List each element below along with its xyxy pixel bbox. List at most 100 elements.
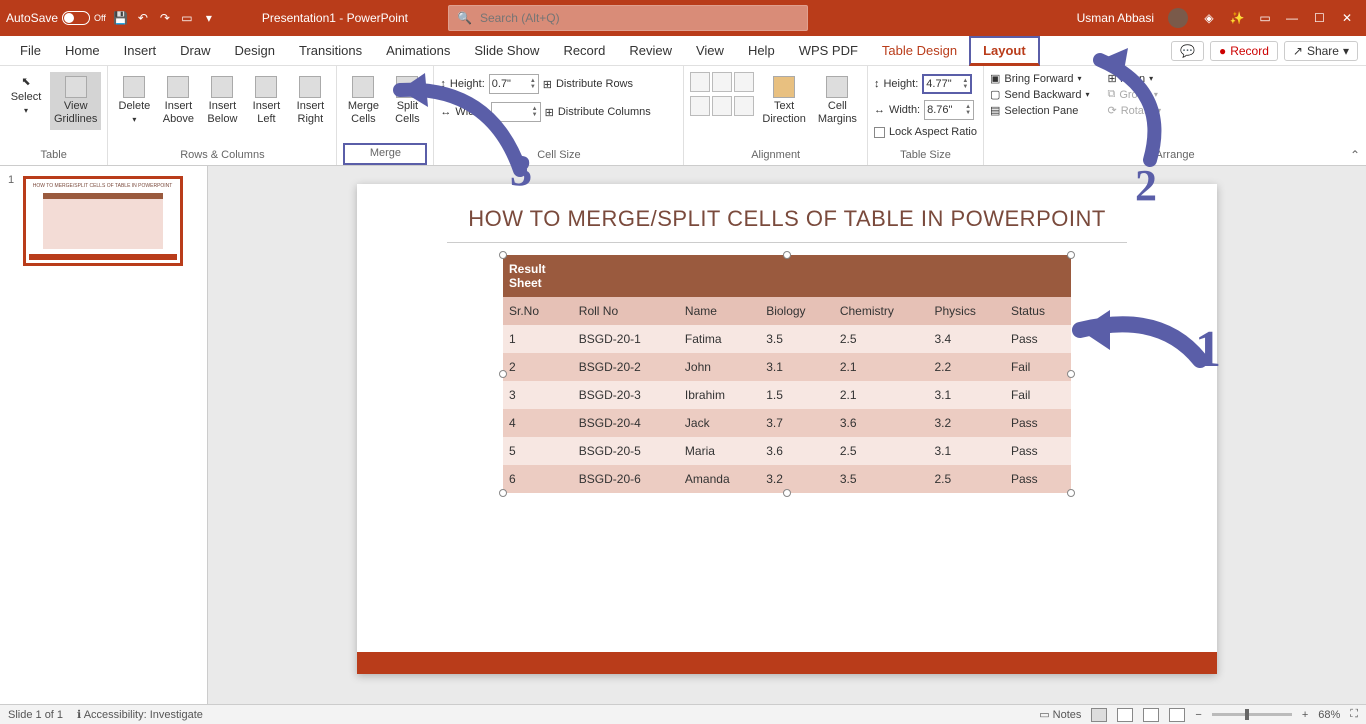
undo-icon[interactable]: ↶ <box>136 11 150 25</box>
cell[interactable]: 2 <box>503 353 573 381</box>
cell[interactable]: John <box>679 353 760 381</box>
cell[interactable]: Pass <box>1005 465 1071 493</box>
cell[interactable]: BSGD-20-1 <box>573 325 679 353</box>
user-avatar[interactable] <box>1168 8 1188 28</box>
cell[interactable]: 3.1 <box>928 381 1004 409</box>
cell[interactable]: 6 <box>503 465 573 493</box>
cell[interactable]: 2.5 <box>928 465 1004 493</box>
tab-layout[interactable]: Layout <box>969 36 1040 66</box>
insert-above-button[interactable]: Insert Above <box>158 72 198 130</box>
search-box[interactable]: 🔍 <box>448 5 808 31</box>
slide-thumbnail-1[interactable]: HOW TO MERGE/SPLIT CELLS OF TABLE IN POW… <box>23 176 183 266</box>
col-header[interactable]: Chemistry <box>834 297 929 325</box>
col-header[interactable]: Sr.No <box>503 297 573 325</box>
share-button[interactable]: ↗Share▾ <box>1284 41 1358 61</box>
cell[interactable]: BSGD-20-2 <box>573 353 679 381</box>
fit-window-icon[interactable]: ⛶ <box>1350 708 1358 721</box>
slide-title[interactable]: HOW TO MERGE/SPLIT CELLS OF TABLE IN POW… <box>357 206 1217 232</box>
cell[interactable]: 4 <box>503 409 573 437</box>
slideshow-view-icon[interactable] <box>1169 708 1185 722</box>
close-icon[interactable]: ✕ <box>1342 11 1356 25</box>
delete-button[interactable]: Delete▾ <box>114 72 154 129</box>
cell[interactable]: 3.1 <box>760 353 834 381</box>
cell[interactable]: Jack <box>679 409 760 437</box>
table-row[interactable]: 2BSGD-20-2John3.12.12.2Fail <box>503 353 1071 381</box>
cell[interactable]: BSGD-20-5 <box>573 437 679 465</box>
zoom-out-button[interactable]: − <box>1195 709 1201 721</box>
slideshow-icon[interactable]: ▭ <box>180 11 194 25</box>
tab-home[interactable]: Home <box>53 36 112 66</box>
table-row[interactable]: 3BSGD-20-3Ibrahim1.52.13.1Fail <box>503 381 1071 409</box>
cell[interactable]: 2.2 <box>928 353 1004 381</box>
cell[interactable]: 3.1 <box>928 437 1004 465</box>
tab-transitions[interactable]: Transitions <box>287 36 374 66</box>
zoom-level[interactable]: 68% <box>1318 709 1340 721</box>
reading-view-icon[interactable] <box>1143 708 1159 722</box>
redo-icon[interactable]: ↷ <box>158 11 172 25</box>
tab-insert[interactable]: Insert <box>112 36 169 66</box>
send-backward-button[interactable]: ▢Send Backward▾ <box>990 88 1089 101</box>
cell[interactable]: BSGD-20-3 <box>573 381 679 409</box>
normal-view-icon[interactable] <box>1091 708 1107 722</box>
qat-more-icon[interactable]: ▾ <box>202 11 216 25</box>
cell[interactable]: 3.2 <box>760 465 834 493</box>
ribbon-mode-icon[interactable]: ▭ <box>1258 11 1272 25</box>
sel-handle[interactable] <box>499 251 507 259</box>
cell[interactable]: 3.4 <box>928 325 1004 353</box>
user-name[interactable]: Usman Abbasi <box>1077 11 1154 25</box>
table-row[interactable]: 5BSGD-20-5Maria3.62.53.1Pass <box>503 437 1071 465</box>
sel-handle[interactable] <box>499 370 507 378</box>
thumbnail-pane[interactable]: 1 HOW TO MERGE/SPLIT CELLS OF TABLE IN P… <box>0 166 208 704</box>
dist-rows-button[interactable]: Distribute Rows <box>556 78 633 90</box>
col-header[interactable]: Biology <box>760 297 834 325</box>
lock-checkbox[interactable] <box>874 127 885 138</box>
cell-margins-button[interactable]: Cell Margins <box>814 72 861 130</box>
sel-handle[interactable] <box>1067 251 1075 259</box>
table-height-input[interactable]: 4.77"▲▼ <box>922 74 972 94</box>
cell[interactable]: 3.6 <box>760 437 834 465</box>
cell[interactable]: 2.5 <box>834 325 929 353</box>
selection-pane-button[interactable]: ▤Selection Pane <box>990 104 1089 117</box>
cell[interactable]: 2.1 <box>834 353 929 381</box>
save-icon[interactable]: 💾 <box>114 11 128 25</box>
autosave-toggle[interactable]: AutoSave Off <box>6 11 106 25</box>
insert-below-button[interactable]: Insert Below <box>202 72 242 130</box>
col-header[interactable]: Roll No <box>573 297 679 325</box>
merge-cells-button[interactable]: Merge Cells <box>343 72 383 130</box>
cell[interactable]: Ibrahim <box>679 381 760 409</box>
cell[interactable]: 3 <box>503 381 573 409</box>
diamond-icon[interactable]: ◈ <box>1202 11 1216 25</box>
cell[interactable]: BSGD-20-6 <box>573 465 679 493</box>
search-input[interactable] <box>480 11 799 25</box>
view-gridlines-button[interactable]: View Gridlines <box>50 72 101 130</box>
cell[interactable]: 2.5 <box>834 437 929 465</box>
table-column-row[interactable]: Sr.NoRoll NoNameBiologyChemistryPhysicsS… <box>503 297 1071 325</box>
maximize-icon[interactable]: ☐ <box>1314 11 1328 25</box>
select-button[interactable]: ⬉Select▾ <box>6 72 46 120</box>
sel-handle[interactable] <box>499 489 507 497</box>
tab-review[interactable]: Review <box>617 36 684 66</box>
cell[interactable]: 5 <box>503 437 573 465</box>
table-row[interactable]: 4BSGD-20-4Jack3.73.63.2Pass <box>503 409 1071 437</box>
slide-canvas[interactable]: HOW TO MERGE/SPLIT CELLS OF TABLE IN POW… <box>208 166 1366 704</box>
tab-design[interactable]: Design <box>223 36 287 66</box>
cell[interactable]: Fatima <box>679 325 760 353</box>
tab-file[interactable]: File <box>8 36 53 66</box>
zoom-slider[interactable] <box>1212 713 1292 716</box>
align-center-button[interactable] <box>712 72 732 92</box>
tab-record[interactable]: Record <box>551 36 617 66</box>
cell[interactable]: Fail <box>1005 381 1071 409</box>
cell[interactable]: 3.5 <box>834 465 929 493</box>
cell[interactable]: 2.1 <box>834 381 929 409</box>
cell[interactable]: Amanda <box>679 465 760 493</box>
cell[interactable]: 1.5 <box>760 381 834 409</box>
slide-counter[interactable]: Slide 1 of 1 <box>8 709 63 721</box>
insert-right-button[interactable]: Insert Right <box>290 72 330 130</box>
align-left-button[interactable] <box>690 72 710 92</box>
tab-draw[interactable]: Draw <box>168 36 222 66</box>
cell[interactable]: 3.5 <box>760 325 834 353</box>
align-top-button[interactable] <box>690 96 710 116</box>
record-button[interactable]: ●Record <box>1210 41 1278 61</box>
col-header[interactable]: Physics <box>928 297 1004 325</box>
collapse-ribbon-icon[interactable]: ⌃ <box>1350 148 1360 162</box>
